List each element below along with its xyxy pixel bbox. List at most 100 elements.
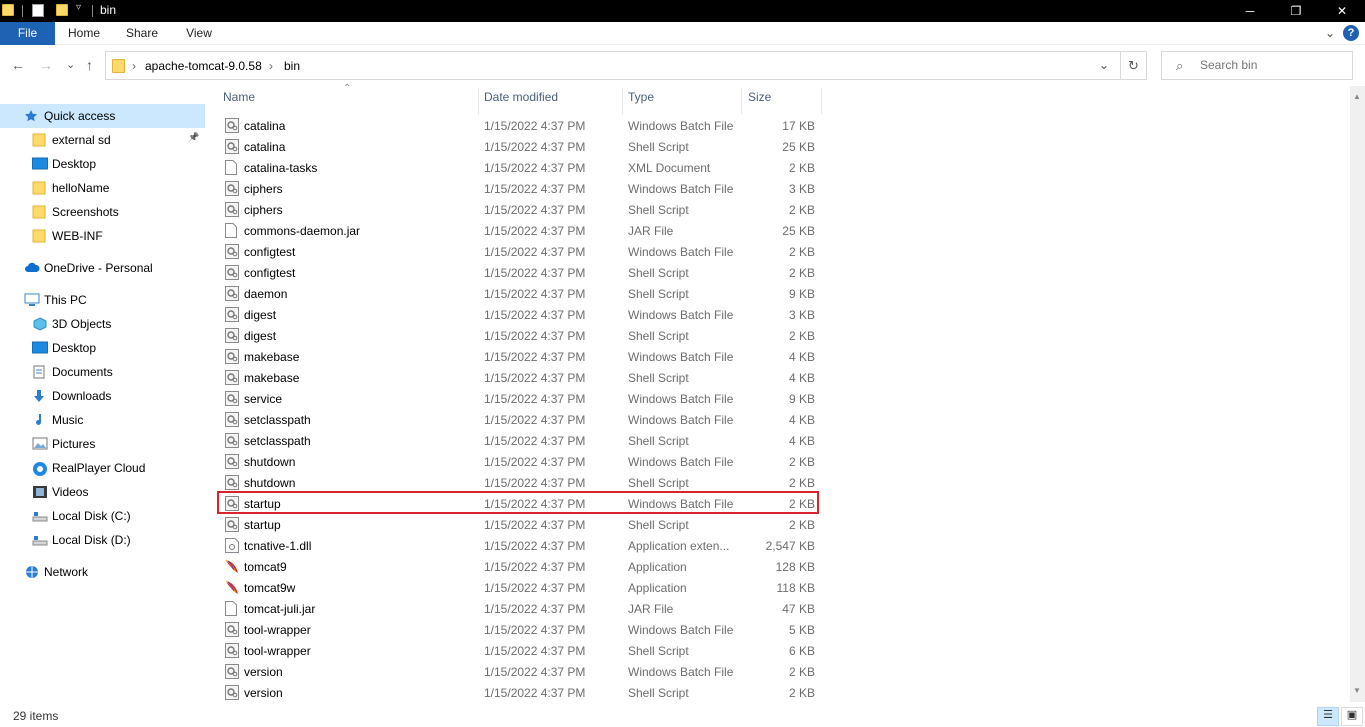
file-size: 25 KB — [782, 140, 815, 154]
file-row-version[interactable]: version 1/15/2022 4:37 PM Shell Script 2 KB — [219, 682, 821, 703]
breadcrumb-separator[interactable]: › — [132, 59, 136, 73]
file-row-tomcat-juli-jar[interactable]: tomcat-juli.jar 1/15/2022 4:37 PM JAR File… — [219, 598, 821, 619]
sidebar-item-label: external sd — [52, 133, 111, 147]
sidebar-item-local-disk-c[interactable]: Local Disk (C:) — [0, 504, 205, 528]
up-button[interactable]: ↑ — [86, 57, 93, 73]
file-size: 2 KB — [788, 665, 815, 679]
maximize-button[interactable]: ❐ — [1273, 0, 1319, 22]
tab-home[interactable]: Home — [60, 22, 108, 45]
search-input[interactable] — [1200, 58, 1340, 72]
column-divider[interactable] — [821, 88, 822, 114]
file-type: Shell Script — [628, 518, 689, 532]
file-row-service[interactable]: service 1/15/2022 4:37 PM Windows Batch Fi… — [219, 388, 821, 409]
file-row-commons-daemon-jar[interactable]: commons-daemon.jar 1/15/2022 4:37 PM JAR F… — [219, 220, 821, 241]
file-size: 47 KB — [782, 602, 815, 616]
sidebar-item-screenshots[interactable]: Screenshots — [0, 200, 205, 224]
back-button[interactable]: ← — [11, 57, 25, 73]
file-row-catalina-tasks[interactable]: catalina-tasks 1/15/2022 4:37 PM XML Docum… — [219, 157, 821, 178]
file-row-makebase[interactable]: makebase 1/15/2022 4:37 PM Windows Batch F… — [219, 346, 821, 367]
sidebar-item-downloads[interactable]: Downloads — [0, 384, 205, 408]
sidebar-item-3d-objects[interactable]: 3D Objects — [0, 312, 205, 336]
breadcrumb-bin[interactable]: bin — [284, 59, 300, 73]
details-view-icon[interactable]: ☰ — [1317, 707, 1339, 726]
folder-icon — [2, 4, 14, 16]
new-folder-icon[interactable] — [56, 4, 68, 16]
file-row-daemon[interactable]: daemon 1/15/2022 4:37 PM Shell Script 9 KB — [219, 283, 821, 304]
minimize-button[interactable]: ─ — [1227, 0, 1273, 22]
sidebar-item-quick-access[interactable]: Quick access — [0, 104, 205, 128]
sidebar-item-network[interactable]: Network — [0, 560, 205, 584]
column-header-name[interactable]: Name — [223, 90, 255, 112]
tab-file[interactable]: File — [0, 22, 55, 45]
sidebar-item-onedrive-personal[interactable]: OneDrive - Personal — [0, 256, 205, 280]
file-row-tool-wrapper[interactable]: tool-wrapper 1/15/2022 4:37 PM Windows Bat… — [219, 619, 821, 640]
file-row-makebase[interactable]: makebase 1/15/2022 4:37 PM Shell Script 4 K… — [219, 367, 821, 388]
recent-locations-button[interactable]: ⌄ — [66, 58, 75, 71]
file-row-tool-wrapper[interactable]: tool-wrapper 1/15/2022 4:37 PM Shell Scrip… — [219, 640, 821, 661]
file-row-configtest[interactable]: configtest 1/15/2022 4:37 PM Windows Batch… — [219, 241, 821, 262]
sidebar-item-pictures[interactable]: Pictures — [0, 432, 205, 456]
sidebar-item-web-inf[interactable]: WEB-INF — [0, 224, 205, 248]
file-row-startup[interactable]: startup 1/15/2022 4:37 PM Windows Batch Fi… — [219, 493, 821, 514]
column-header-date[interactable]: Date modified — [484, 90, 558, 112]
file-row-setclasspath[interactable]: setclasspath 1/15/2022 4:37 PM Windows Bat… — [219, 409, 821, 430]
pin-icon[interactable]: 📌 — [188, 132, 199, 143]
gear-file-icon — [225, 307, 239, 322]
file-row-tomcat9[interactable]: tomcat9 1/15/2022 4:37 PM Application 128 K… — [219, 556, 821, 577]
sidebar-item-helloname[interactable]: helloName — [0, 176, 205, 200]
sidebar-item-this-pc[interactable]: This PC — [0, 288, 205, 312]
file-row-configtest[interactable]: configtest 1/15/2022 4:37 PM Shell Script 2… — [219, 262, 821, 283]
desktop-icon — [32, 157, 48, 171]
sort-ascending-icon: ⌃ — [343, 83, 352, 94]
column-header-type[interactable]: Type — [628, 90, 654, 112]
sidebar-item-music[interactable]: Music — [0, 408, 205, 432]
sidebar-item-desktop[interactable]: Desktop — [0, 152, 205, 176]
expand-ribbon-icon[interactable]: ⌄ — [1325, 26, 1335, 40]
file-row-digest[interactable]: digest 1/15/2022 4:37 PM Windows Batch Fil… — [219, 304, 821, 325]
large-icons-view-icon[interactable]: ▣ — [1341, 707, 1363, 726]
sidebar-item-desktop[interactable]: Desktop — [0, 336, 205, 360]
file-row-startup[interactable]: startup 1/15/2022 4:37 PM Shell Script 2 KB — [219, 514, 821, 535]
file-row-shutdown[interactable]: shutdown 1/15/2022 4:37 PM Shell Script 2 K… — [219, 472, 821, 493]
file-row-ciphers[interactable]: ciphers 1/15/2022 4:37 PM Windows Batch Fi… — [219, 178, 821, 199]
file-row-shutdown[interactable]: shutdown 1/15/2022 4:37 PM Windows Batch F… — [219, 451, 821, 472]
breadcrumb-separator[interactable]: › — [269, 59, 273, 73]
search-box[interactable]: ⌕ — [1161, 51, 1353, 80]
column-divider[interactable] — [741, 88, 742, 114]
sidebar-item-documents[interactable]: Documents — [0, 360, 205, 384]
scroll-down-icon[interactable]: ▼ — [1353, 686, 1361, 695]
column-header-size[interactable]: Size — [748, 90, 771, 112]
close-button[interactable]: ✕ — [1319, 0, 1365, 22]
sidebar-item-realplayer-cloud[interactable]: RealPlayer Cloud — [0, 456, 205, 480]
properties-icon[interactable] — [32, 4, 44, 17]
file-type: Windows Batch File — [628, 665, 734, 679]
sidebar-item-local-disk-d[interactable]: Local Disk (D:) — [0, 528, 205, 552]
forward-button[interactable]: → — [39, 57, 53, 73]
column-divider[interactable] — [478, 88, 479, 114]
file-row-catalina[interactable]: catalina 1/15/2022 4:37 PM Shell Script 25 … — [219, 136, 821, 157]
address-dropdown-icon[interactable]: ⌄ — [1099, 58, 1109, 72]
file-row-ciphers[interactable]: ciphers 1/15/2022 4:37 PM Shell Script 2 KB — [219, 199, 821, 220]
vertical-scrollbar[interactable]: ▲ ▼ — [1350, 86, 1365, 702]
file-row-tomcat9w[interactable]: tomcat9w 1/15/2022 4:37 PM Application 118 … — [219, 577, 821, 598]
customize-toolbar-icon[interactable]: ▿ — [76, 2, 81, 13]
breadcrumb-apache-tomcat[interactable]: apache-tomcat-9.0.58 — [145, 59, 262, 73]
file-row-version[interactable]: version 1/15/2022 4:37 PM Windows Batch Fi… — [219, 661, 821, 682]
file-row-setclasspath[interactable]: setclasspath 1/15/2022 4:37 PM Shell Scrip… — [219, 430, 821, 451]
file-size: 128 KB — [775, 560, 815, 574]
file-type: Windows Batch File — [628, 455, 734, 469]
tab-share[interactable]: Share — [118, 22, 166, 45]
column-divider[interactable] — [622, 88, 623, 114]
file-row-digest[interactable]: digest 1/15/2022 4:37 PM Shell Script 2 KB — [219, 325, 821, 346]
file-row-tcnative-1-dll[interactable]: tcnative-1.dll 1/15/2022 4:37 PM Applicati… — [219, 535, 821, 556]
tab-view[interactable]: View — [176, 22, 222, 45]
sidebar-item-videos[interactable]: Videos — [0, 480, 205, 504]
refresh-button[interactable]: ↻ — [1121, 51, 1147, 80]
sidebar-item-external-sd[interactable]: external sd 📌 — [0, 128, 205, 152]
help-icon[interactable]: ? — [1343, 25, 1359, 41]
file-name: digest — [244, 308, 277, 322]
file-row-catalina[interactable]: catalina 1/15/2022 4:37 PM Windows Batch F… — [219, 115, 821, 136]
scroll-up-icon[interactable]: ▲ — [1353, 92, 1361, 101]
address-bar[interactable]: › apache-tomcat-9.0.58 › bin ⌄ — [105, 51, 1121, 80]
file-type: XML Document — [628, 161, 711, 175]
